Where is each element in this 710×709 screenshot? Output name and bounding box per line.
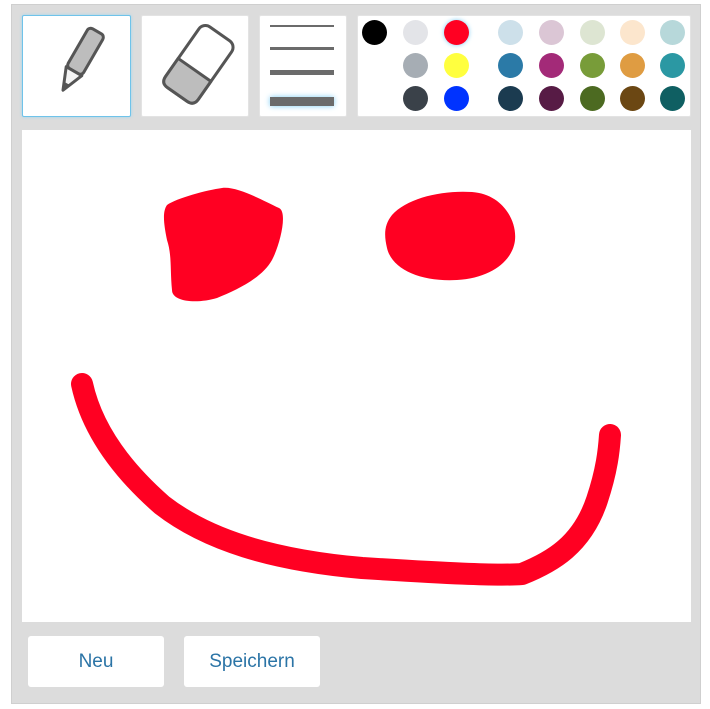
- color-swatch[interactable]: [403, 20, 428, 45]
- color-swatch[interactable]: [580, 53, 605, 78]
- drawing-canvas[interactable]: [22, 130, 691, 622]
- color-swatch[interactable]: [580, 20, 605, 45]
- save-button[interactable]: Speichern: [184, 636, 320, 687]
- color-swatch[interactable]: [498, 86, 523, 111]
- stroke-width-extra-thick[interactable]: [270, 97, 334, 106]
- color-swatch[interactable]: [362, 53, 387, 78]
- eraser-tool-button[interactable]: [141, 15, 249, 117]
- color-swatch[interactable]: [660, 86, 685, 111]
- stroke-width-selector: [259, 15, 347, 117]
- left-eye-stroke: [163, 187, 283, 302]
- color-swatch[interactable]: [403, 86, 428, 111]
- eraser-icon: [162, 24, 235, 105]
- color-swatch[interactable]: [539, 86, 564, 111]
- color-swatch[interactable]: [444, 20, 469, 45]
- color-swatch[interactable]: [444, 86, 469, 111]
- color-swatch[interactable]: [362, 20, 387, 45]
- pencil-tool-button[interactable]: [22, 15, 131, 117]
- drawing-strokes: [71, 187, 621, 586]
- color-swatch[interactable]: [403, 53, 428, 78]
- stroke-width-thick[interactable]: [270, 70, 334, 75]
- color-swatch[interactable]: [660, 20, 685, 45]
- color-swatch[interactable]: [498, 20, 523, 45]
- color-swatch[interactable]: [539, 20, 564, 45]
- drawing-app: Neu Speichern: [11, 4, 701, 704]
- right-eye-stroke: [385, 191, 516, 281]
- color-swatch[interactable]: [620, 86, 645, 111]
- smile-stroke: [71, 373, 621, 586]
- pencil-icon: [61, 26, 105, 92]
- color-swatch[interactable]: [539, 53, 564, 78]
- color-palette: [357, 15, 691, 117]
- color-swatch[interactable]: [498, 53, 523, 78]
- color-swatch[interactable]: [580, 86, 605, 111]
- color-swatch[interactable]: [620, 53, 645, 78]
- color-swatch[interactable]: [620, 20, 645, 45]
- stroke-width-thin[interactable]: [270, 25, 334, 27]
- stroke-width-medium[interactable]: [270, 47, 334, 50]
- new-button[interactable]: Neu: [28, 636, 164, 687]
- color-swatch[interactable]: [660, 53, 685, 78]
- color-swatch[interactable]: [444, 53, 469, 78]
